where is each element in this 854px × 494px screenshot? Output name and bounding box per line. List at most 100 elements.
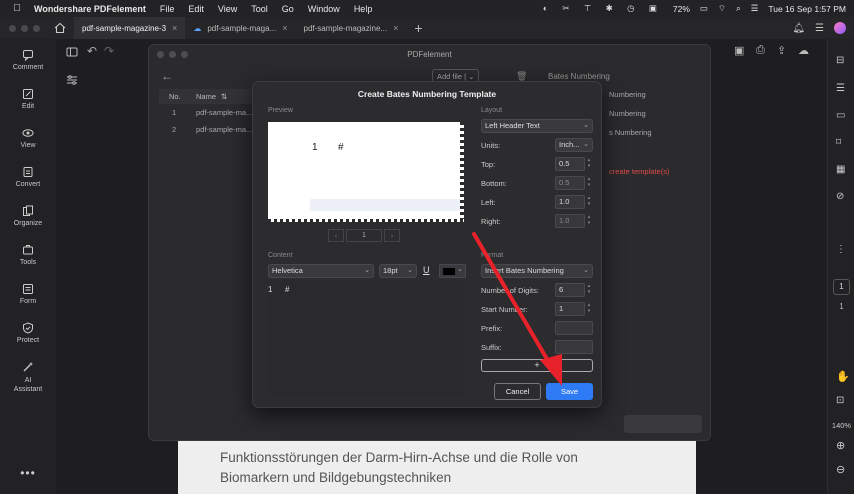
- zoom-in-icon[interactable]: ⊕: [836, 439, 847, 452]
- app-name-menu[interactable]: Wondershare PDFelement: [34, 4, 146, 14]
- left-margin-input[interactable]: 1.0: [555, 195, 585, 209]
- prefix-input[interactable]: [555, 321, 593, 335]
- position-select[interactable]: Left Header Text ⌄: [481, 119, 593, 133]
- document-page: Funktionsstörungen der Darm-Hirn-Achse u…: [178, 436, 696, 494]
- color-picker[interactable]: ⌄: [439, 264, 466, 278]
- preview-page-input[interactable]: 1: [346, 229, 382, 242]
- print-icon[interactable]: ⎙: [756, 44, 765, 57]
- menu-help[interactable]: Help: [354, 4, 373, 14]
- top-margin-stepper[interactable]: ▴ ▾: [586, 157, 592, 171]
- top-margin-input[interactable]: 0.5: [555, 157, 585, 171]
- sidebar-item-organize[interactable]: Organize: [0, 205, 56, 227]
- preview-number: 1: [312, 142, 318, 153]
- zoom-out-icon[interactable]: ⊖: [836, 463, 847, 476]
- menu-file[interactable]: File: [160, 4, 175, 14]
- new-tab-button[interactable]: +: [414, 20, 422, 36]
- control-center-icon[interactable]: ☰: [751, 3, 759, 14]
- right-margin-stepper[interactable]: ▴ ▾: [586, 214, 592, 228]
- wifi-icon[interactable]: ⌔: [718, 3, 726, 14]
- template-item[interactable]: Numbering: [609, 109, 646, 118]
- template-item[interactable]: s Numbering: [609, 128, 652, 137]
- right-margin-input[interactable]: 1.0: [555, 214, 585, 228]
- attachment-icon[interactable]: ⊘: [836, 191, 847, 202]
- close-tab-icon[interactable]: ×: [393, 23, 398, 33]
- font-size-select[interactable]: 18pt ⌄: [379, 264, 417, 278]
- sort-icon[interactable]: ⇅: [221, 92, 227, 101]
- sidebar-label: Edit: [21, 103, 35, 110]
- menu-go[interactable]: Go: [282, 4, 294, 14]
- zoom-window-button[interactable]: [33, 24, 40, 32]
- sidebar-item-form[interactable]: Form: [0, 283, 56, 305]
- comment-panel-icon[interactable]: ▭: [836, 110, 847, 121]
- bottom-margin-stepper[interactable]: ▴ ▾: [586, 176, 592, 190]
- close-tab-icon[interactable]: ×: [172, 23, 177, 33]
- menu-tool[interactable]: Tool: [251, 4, 268, 14]
- bookmark-icon[interactable]: ⌑: [836, 137, 847, 148]
- menu-icon[interactable]: ☰: [815, 23, 824, 34]
- thumbnails-icon[interactable]: ▦: [836, 164, 847, 175]
- page-number-input[interactable]: 1: [833, 279, 850, 295]
- menu-window[interactable]: Window: [308, 4, 340, 14]
- home-icon[interactable]: [54, 22, 66, 34]
- menu-edit[interactable]: Edit: [188, 4, 204, 14]
- sidebar-label: Convert: [15, 181, 41, 188]
- properties-icon[interactable]: ⊟: [836, 55, 847, 66]
- prev-page-button[interactable]: ‹: [328, 229, 344, 242]
- close-tab-icon[interactable]: ×: [282, 23, 287, 33]
- apple-icon[interactable]: : [12, 3, 22, 14]
- next-page-button[interactable]: ›: [384, 229, 400, 242]
- battery-icon[interactable]: ▭: [700, 3, 708, 14]
- suffix-input[interactable]: [555, 340, 593, 354]
- tab-pdf-sample-maga[interactable]: ☁ pdf-sample-maga... ×: [185, 17, 295, 39]
- battery-percent: 72%: [672, 3, 690, 14]
- document-text-line: Funktionsstörungen der Darm-Hirn-Achse u…: [220, 450, 578, 465]
- column-name[interactable]: Name: [196, 92, 216, 101]
- back-arrow-icon[interactable]: ←: [161, 69, 173, 83]
- underline-button[interactable]: U: [423, 265, 430, 275]
- avatar[interactable]: [834, 22, 846, 34]
- sidebar-item-protect[interactable]: Protect: [0, 322, 56, 344]
- share-icon[interactable]: ⇪: [777, 44, 786, 57]
- font-select[interactable]: Helvetica ⌄: [268, 264, 374, 278]
- tab-pdf-sample-magazine-3[interactable]: pdf-sample-magazine-3 ×: [74, 17, 186, 39]
- undo-icon[interactable]: ↶: [87, 44, 97, 58]
- start-number-input[interactable]: 1: [555, 302, 585, 316]
- sidebar-item-view[interactable]: View: [0, 127, 56, 149]
- sidebar-item-ai-assistant[interactable]: AI Assistant: [0, 361, 56, 394]
- sidebar-toggle-icon[interactable]: [66, 46, 78, 58]
- hand-tool-icon[interactable]: ✋: [836, 370, 850, 383]
- tab-pdf-sample-magazine[interactable]: pdf-sample-magazine... ×: [296, 17, 407, 39]
- units-select[interactable]: Inch... ⌄: [555, 138, 593, 152]
- content-textarea[interactable]: [268, 280, 464, 395]
- digits-input[interactable]: 6: [555, 283, 585, 297]
- cancel-button[interactable]: Cancel: [494, 383, 541, 400]
- template-item[interactable]: Numbering: [609, 90, 646, 99]
- redo-icon[interactable]: ↷: [104, 44, 114, 58]
- zoom-level[interactable]: 140%: [828, 421, 854, 430]
- save-button[interactable]: Save: [546, 383, 593, 400]
- more-options-icon[interactable]: •••: [0, 466, 56, 480]
- notification-icon[interactable]: 🔔︎: [792, 23, 805, 34]
- close-window-button[interactable]: [9, 24, 16, 32]
- minimize-window-button[interactable]: [21, 24, 28, 32]
- sidebar-item-convert[interactable]: Convert: [0, 166, 56, 188]
- left-margin-stepper[interactable]: ▴ ▾: [586, 195, 592, 209]
- add-element-button[interactable]: +: [481, 359, 593, 372]
- layers-icon[interactable]: ☰: [836, 83, 847, 94]
- save-icon[interactable]: ▣: [734, 44, 744, 57]
- sidebar-item-tools[interactable]: Tools: [0, 244, 56, 266]
- more-icon[interactable]: ⋮: [836, 244, 847, 255]
- search-icon[interactable]: ⌕: [736, 3, 741, 14]
- sidebar-item-edit[interactable]: Edit: [0, 88, 56, 110]
- menu-view[interactable]: View: [218, 4, 237, 14]
- bottom-margin-input[interactable]: 0.5: [555, 176, 585, 190]
- digits-stepper[interactable]: ▴ ▾: [586, 283, 592, 297]
- filter-icon[interactable]: [66, 74, 78, 86]
- sidebar-item-comment[interactable]: Comment: [0, 49, 56, 71]
- clock[interactable]: Tue 16 Sep 1:57 PM: [768, 4, 846, 14]
- apply-button[interactable]: [624, 415, 702, 433]
- cloud-upload-icon[interactable]: ☁: [798, 44, 809, 57]
- fit-page-icon[interactable]: ⊡: [836, 395, 847, 406]
- start-number-stepper[interactable]: ▴ ▾: [586, 302, 592, 316]
- format-select[interactable]: Insert Bates Numbering ⌄: [481, 264, 593, 278]
